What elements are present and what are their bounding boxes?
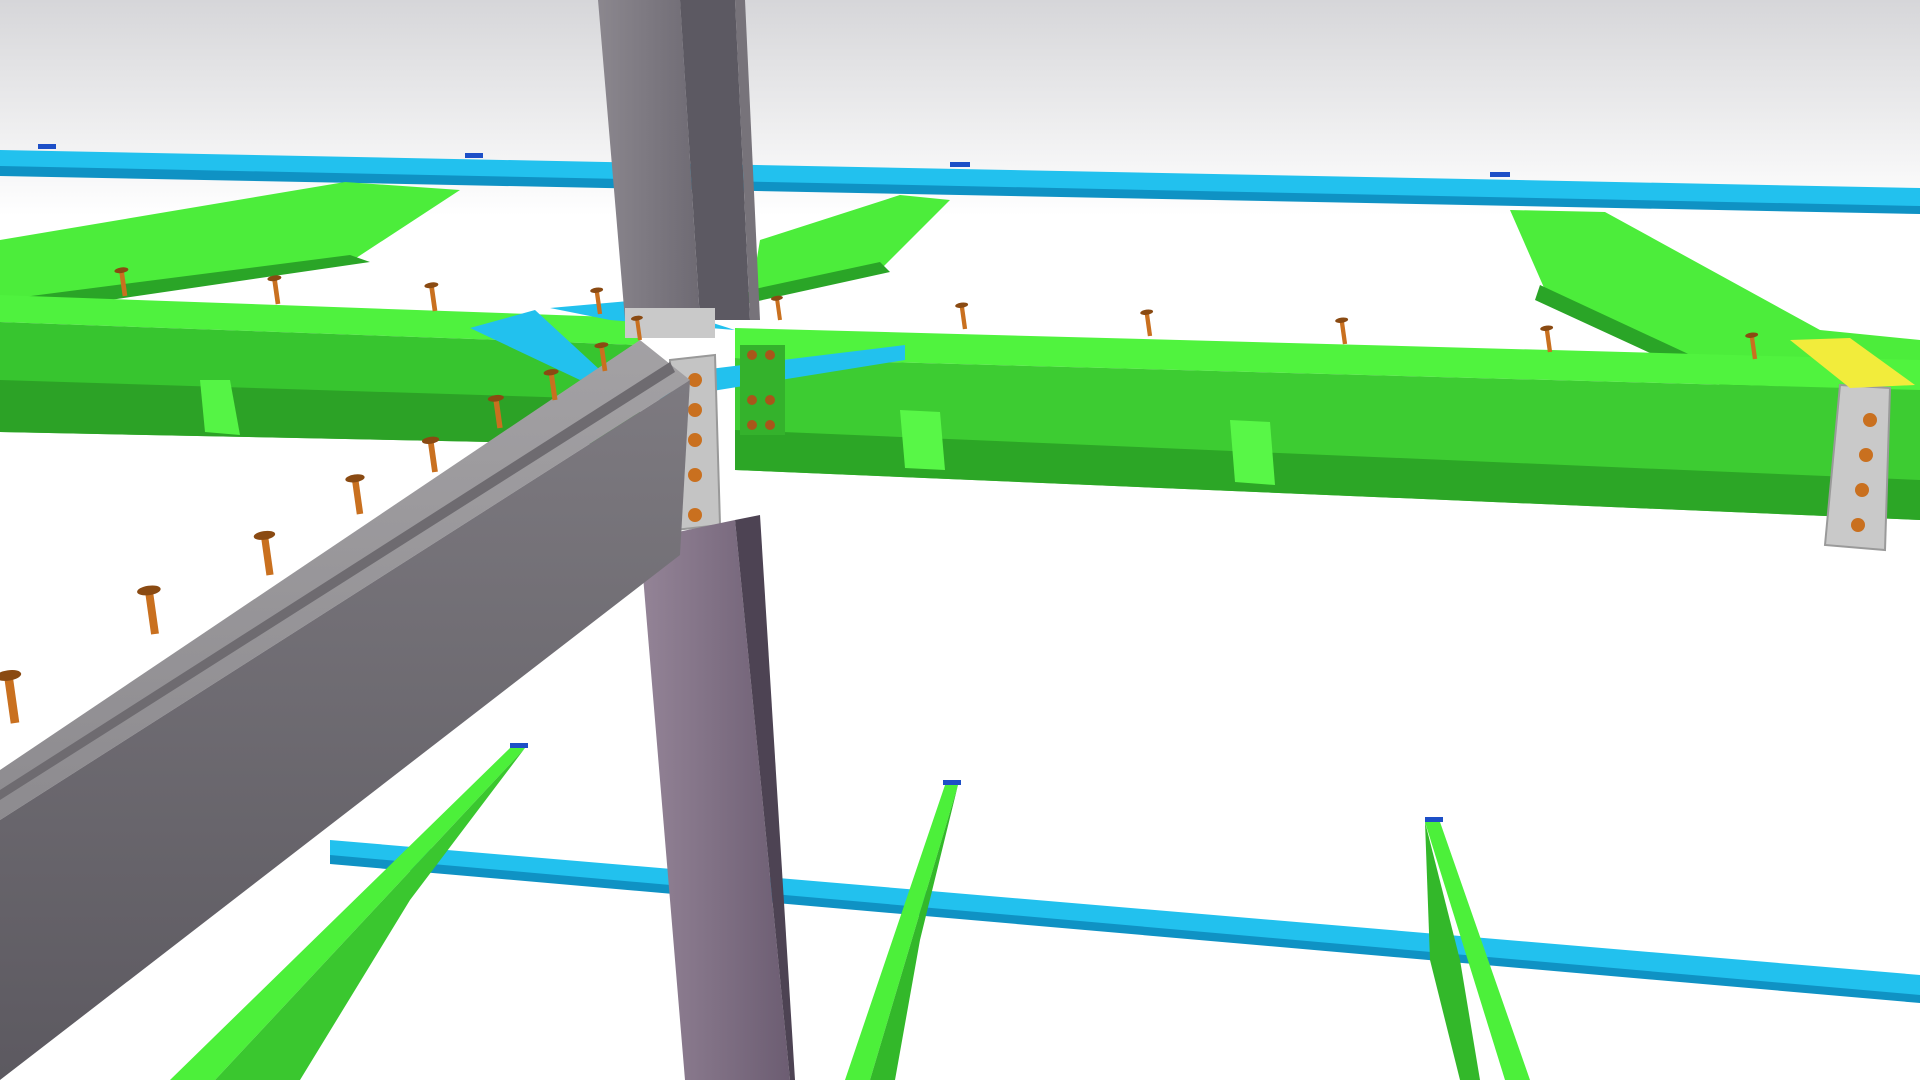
- structural-steel-scene: [0, 0, 1920, 1080]
- steel-column: [598, 0, 760, 320]
